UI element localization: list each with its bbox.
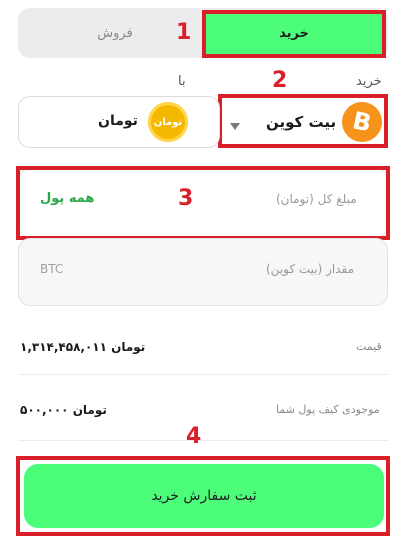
divider — [18, 440, 388, 441]
balance-label: موجودی کیف پول شما — [276, 403, 380, 416]
all-money-button[interactable]: همه پول — [40, 191, 94, 206]
price-label: قیمت — [356, 340, 382, 353]
annotation-box-4 — [16, 456, 390, 536]
amount-unit: BTC — [40, 262, 64, 276]
annotation-marker-2: 2 — [272, 68, 288, 93]
coin-name: بیت کوین — [266, 113, 337, 131]
currency-name: تومان — [98, 113, 138, 129]
annotation-box-1 — [202, 10, 386, 58]
total-amount-placeholder: مبلغ کل (تومان) — [276, 192, 357, 206]
tab-sell-label: فروش — [97, 25, 133, 41]
toman-coin-icon: تومان — [148, 102, 188, 142]
bitcoin-icon: B — [342, 102, 382, 142]
annotation-marker-4: 4 — [186, 424, 202, 449]
balance-value: ۵۰۰,۰۰۰ تومان — [20, 403, 107, 417]
with-label: با — [178, 74, 186, 89]
svg-text:B: B — [350, 106, 374, 137]
buy-label: خرید — [356, 74, 382, 89]
chevron-down-icon — [230, 116, 240, 135]
divider — [18, 374, 388, 375]
tab-sell[interactable]: فروش — [60, 12, 170, 54]
annotation-marker-3: 3 — [178, 186, 194, 211]
price-value: ۱,۳۱۴,۴۵۸,۰۱۱ تومان — [20, 340, 146, 354]
annotation-marker-1: 1 — [176, 20, 192, 45]
amount-placeholder: مقدار (بیت کوین) — [266, 262, 355, 276]
toman-coin-icon-text: تومان — [153, 116, 183, 128]
